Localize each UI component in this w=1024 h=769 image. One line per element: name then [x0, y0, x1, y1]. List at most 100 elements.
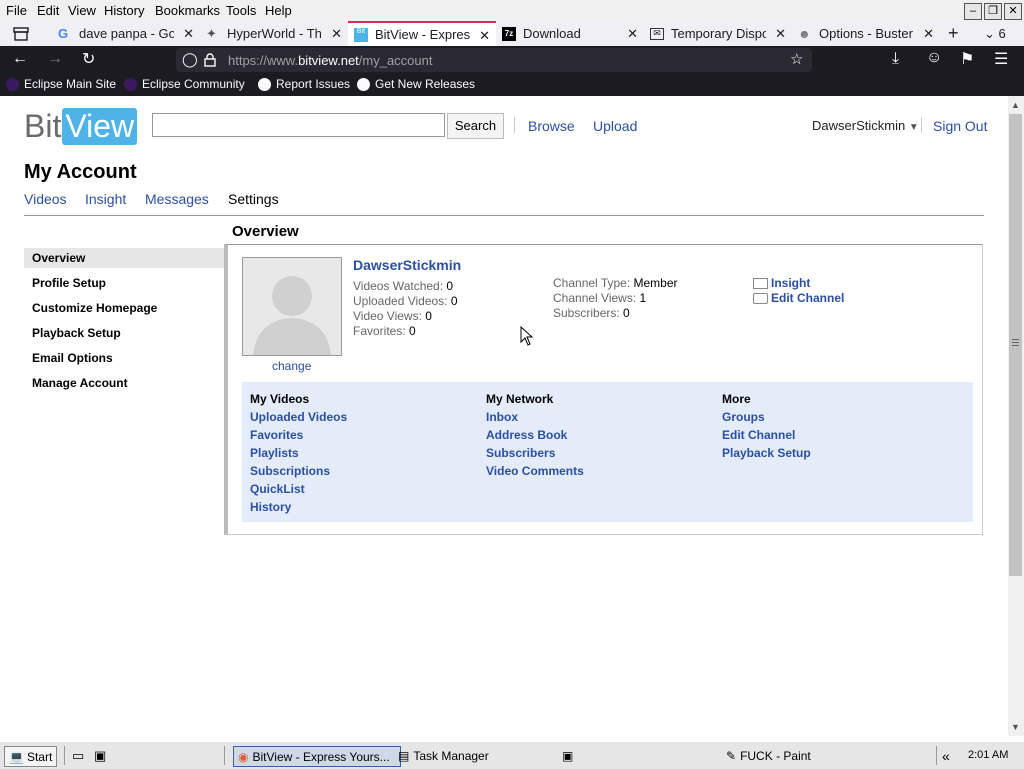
account-icon[interactable]: ☺: [926, 49, 942, 67]
start-button[interactable]: 💻 Start: [4, 746, 58, 767]
forward-icon[interactable]: →: [47, 50, 63, 68]
close-tab-icon[interactable]: ✕: [923, 26, 934, 42]
search-input[interactable]: [152, 113, 445, 137]
bitview-logo[interactable]: Bit View: [24, 106, 138, 146]
shield-icon[interactable]: ◯: [182, 51, 198, 68]
tab-google[interactable]: G dave panpa - Goo ✕: [52, 21, 200, 46]
edit-channel-link[interactable]: Edit Channel: [771, 291, 844, 305]
tab-insight[interactable]: Insight: [85, 191, 126, 207]
link-history[interactable]: History: [250, 498, 347, 516]
menu-edit[interactable]: Edit: [37, 3, 59, 18]
7zip-icon: 7z: [502, 26, 516, 41]
bookmark-get-new-releases[interactable]: Get New Releases: [357, 77, 475, 91]
my-videos-heading: My Videos: [250, 392, 310, 406]
lock-icon[interactable]: [204, 53, 216, 67]
menu-view[interactable]: View: [68, 3, 96, 18]
url-bar[interactable]: ◯ https://www.bitview.net/my_account ☆: [176, 48, 812, 72]
tab-settings[interactable]: Settings: [228, 191, 279, 207]
bookmark-eclipse-main[interactable]: Eclipse Main Site: [6, 77, 116, 91]
tab-bitview[interactable]: Bit BitView - Express ✕: [348, 21, 496, 46]
bookmark-eclipse-community[interactable]: Eclipse Community: [124, 77, 245, 91]
scroll-down-icon[interactable]: ▼: [1011, 722, 1020, 732]
link-edit-channel[interactable]: Edit Channel: [722, 426, 811, 444]
menu-bookmarks[interactable]: Bookmarks: [155, 3, 220, 18]
link-playlists[interactable]: Playlists: [250, 444, 347, 462]
tab-title: dave panpa - Goo: [79, 26, 174, 41]
insight-action[interactable]: Insight: [753, 276, 844, 291]
link-favorites[interactable]: Favorites: [250, 426, 347, 444]
close-window-icon[interactable]: ✕: [1004, 3, 1022, 20]
minimize-icon[interactable]: –: [964, 3, 982, 20]
tab-count: 6: [998, 26, 1006, 41]
close-tab-icon[interactable]: ✕: [627, 26, 638, 42]
insight-link[interactable]: Insight: [771, 276, 810, 290]
link-uploaded-videos[interactable]: Uploaded Videos: [250, 408, 347, 426]
restore-icon[interactable]: ❐: [984, 3, 1002, 20]
sidebar-item-email-options[interactable]: Email Options: [32, 351, 113, 365]
close-tab-icon[interactable]: ✕: [183, 26, 194, 42]
tray-app-icon[interactable]: ▣: [562, 746, 573, 765]
menu-tools[interactable]: Tools: [226, 3, 256, 18]
task-manager-icon: ▤: [398, 748, 410, 763]
tab-temporary-dispo[interactable]: ✉ Temporary Dispo ✕: [644, 21, 792, 46]
bookmark-label: Report Issues: [276, 77, 351, 91]
sidebar-item-playback-setup[interactable]: Playback Setup: [32, 326, 121, 340]
reload-icon[interactable]: ↻: [82, 49, 95, 69]
edit-channel-action[interactable]: Edit Channel: [753, 291, 844, 306]
tab-options-buster[interactable]: ☻ Options - Buster: ✕: [792, 21, 940, 46]
close-tab-icon[interactable]: ✕: [331, 26, 342, 42]
sidebar-item-profile-setup[interactable]: Profile Setup: [32, 276, 106, 290]
close-tab-icon[interactable]: ✕: [479, 28, 490, 44]
link-groups[interactable]: Groups: [722, 408, 811, 426]
username: DawserStickmin: [812, 118, 906, 133]
task-task-manager[interactable]: ▤ Task Manager: [398, 746, 489, 765]
tab-list-icon[interactable]: [8, 21, 34, 46]
vertical-scrollbar[interactable]: ▲ ▼: [1008, 96, 1024, 736]
quick-launch-icon[interactable]: ▣: [94, 746, 106, 765]
link-inbox[interactable]: Inbox: [486, 408, 584, 426]
tab-videos[interactable]: Videos: [24, 191, 67, 207]
stat-favorites: Favorites: 0: [353, 324, 458, 339]
link-address-book[interactable]: Address Book: [486, 426, 584, 444]
link-playback-setup[interactable]: Playback Setup: [722, 444, 811, 462]
scrollbar-thumb[interactable]: [1009, 114, 1022, 576]
star-icon[interactable]: ☆: [790, 50, 803, 68]
show-desktop-icon[interactable]: ▭: [72, 746, 84, 765]
more-heading: More: [722, 392, 751, 406]
link-video-comments[interactable]: Video Comments: [486, 462, 584, 480]
url-text[interactable]: https://www.bitview.net/my_account: [228, 53, 432, 68]
link-quicklist[interactable]: QuickList: [250, 480, 347, 498]
sidebar-item-manage-account[interactable]: Manage Account: [32, 376, 128, 390]
tab-hyperworld[interactable]: ✦ HyperWorld - The ✕: [200, 21, 348, 46]
sidebar-item-overview[interactable]: Overview: [24, 248, 224, 268]
tray-expand-icon[interactable]: «: [942, 746, 950, 765]
menu-file[interactable]: File: [6, 3, 27, 18]
bookmark-report-issues[interactable]: Report Issues: [258, 77, 350, 91]
sign-out-link[interactable]: Sign Out: [933, 118, 987, 134]
link-subscriptions[interactable]: Subscriptions: [250, 462, 347, 480]
extensions-icon[interactable]: ⚑: [960, 49, 974, 69]
task-paint[interactable]: ✎ FUCK - Paint: [726, 746, 811, 765]
avatar[interactable]: [242, 257, 342, 356]
search-button[interactable]: Search: [447, 113, 504, 139]
hamburger-menu-icon[interactable]: ☰: [994, 49, 1008, 69]
change-avatar-link[interactable]: change: [272, 359, 311, 373]
sidebar-item-customize-homepage[interactable]: Customize Homepage: [32, 301, 157, 315]
user-menu[interactable]: DawserStickmin ▼: [812, 118, 919, 133]
download-icon[interactable]: ⤓: [892, 50, 899, 68]
link-subscribers[interactable]: Subscribers: [486, 444, 584, 462]
tab-download[interactable]: 7z Download ✕: [496, 21, 644, 46]
browse-link[interactable]: Browse: [528, 118, 575, 134]
profile-name-link[interactable]: DawserStickmin: [353, 257, 461, 273]
task-bitview[interactable]: ◉ BitView - Express Yours...: [233, 746, 401, 767]
menu-help[interactable]: Help: [265, 3, 292, 18]
close-tab-icon[interactable]: ✕: [775, 26, 786, 42]
tab-overflow[interactable]: ⌄ 6: [984, 21, 1018, 46]
scroll-up-icon[interactable]: ▲: [1011, 100, 1020, 110]
tab-messages[interactable]: Messages: [145, 191, 209, 207]
new-tab-icon[interactable]: +: [948, 21, 968, 46]
divider: [514, 117, 515, 133]
menu-history[interactable]: History: [104, 3, 144, 18]
upload-link[interactable]: Upload: [593, 118, 637, 134]
back-icon[interactable]: ←: [12, 50, 28, 68]
